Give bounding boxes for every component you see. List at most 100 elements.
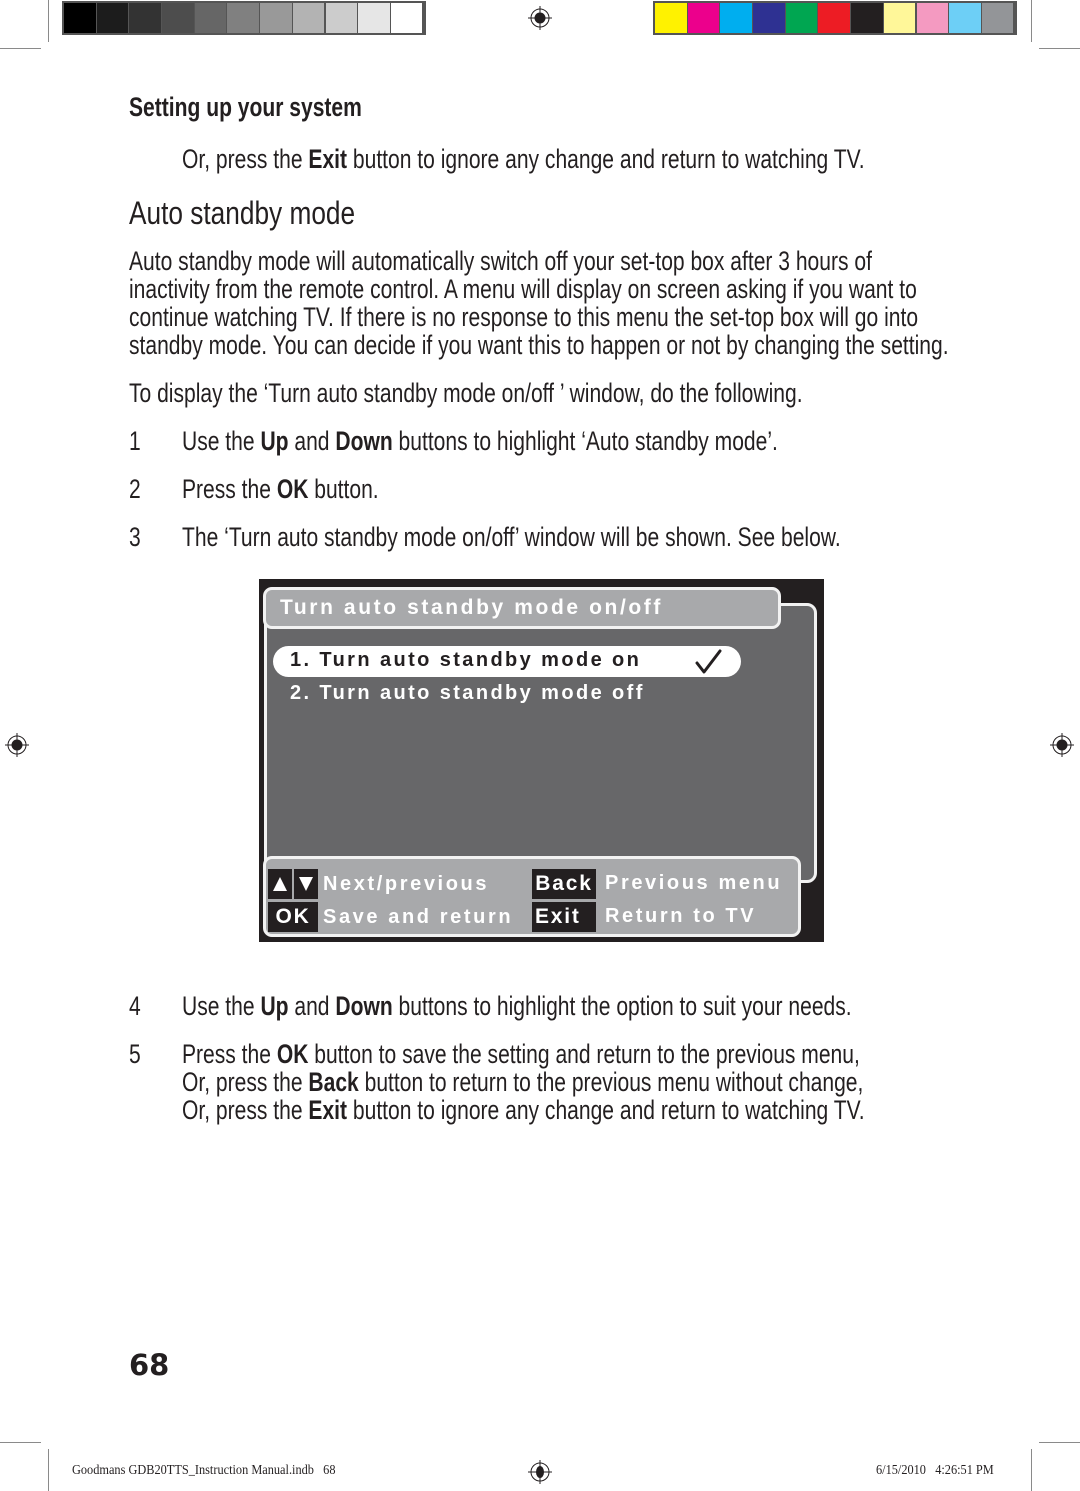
text: buttons to highlight ‘Auto standby mode’… <box>392 426 778 456</box>
ok-label: Save and return <box>323 906 514 928</box>
menu-footer-legend: Next/previous OK Save and return Back Pr… <box>263 856 801 937</box>
text: buttons to highlight the option to suit … <box>392 991 852 1021</box>
crop-mark <box>48 0 49 42</box>
nav-label: Next/previous <box>323 873 490 895</box>
paragraph-line: standby mode. You can decide if you want… <box>129 330 949 360</box>
color-swatch <box>818 3 850 33</box>
footer-file-name: Goodmans GDB20TTS_Instruction Manual.ind… <box>72 1463 336 1478</box>
paragraph-line: inactivity from the remote control. A me… <box>129 274 917 304</box>
text: Use the <box>182 426 261 456</box>
color-swatch <box>260 3 292 33</box>
color-swatch <box>655 3 687 33</box>
registration-mark-icon <box>1050 733 1074 757</box>
color-swatch <box>720 3 752 33</box>
lead-in-text: To display the ‘Turn auto standby mode o… <box>129 378 803 408</box>
step-number: 1 <box>129 426 141 456</box>
color-swatch <box>687 3 720 33</box>
back-label: Previous menu <box>605 872 783 894</box>
color-swatch <box>162 3 194 33</box>
crop-mark <box>48 1449 49 1491</box>
color-swatch <box>96 3 129 33</box>
bold-text: OK <box>276 474 309 504</box>
menu-option-label: 1. Turn auto standby mode on <box>290 649 642 671</box>
exit-label: Return to TV <box>605 905 757 927</box>
step-number: 3 <box>129 522 141 552</box>
color-swatch <box>358 3 390 33</box>
text: Or, press the <box>182 144 309 174</box>
bold-text: Back <box>308 1067 359 1097</box>
ok-key: OK <box>268 902 318 932</box>
intro-line: Or, press the Exit button to ignore any … <box>182 144 865 175</box>
color-swatch <box>194 3 227 33</box>
page-number: 68 <box>129 1348 170 1382</box>
text: Use the <box>182 991 261 1021</box>
menu-option-on[interactable]: 1. Turn auto standby mode on <box>273 646 741 677</box>
bold-text: Up <box>260 426 289 456</box>
section-title: Setting up your system <box>129 92 362 122</box>
text: button. <box>308 474 379 504</box>
text: button to ignore any change and return t… <box>347 144 865 174</box>
bold-text: OK <box>276 1039 309 1069</box>
registration-mark-icon <box>5 733 29 757</box>
registration-mark-icon <box>528 1460 552 1484</box>
bold-text: Exit <box>308 144 348 174</box>
text: button to ignore any change and return t… <box>347 1095 865 1125</box>
bold-text: Down <box>335 991 393 1021</box>
tv-screen-illustration: Turn auto standby mode on/off 1. Turn au… <box>259 579 824 942</box>
step-number: 4 <box>129 991 141 1021</box>
bold-text: Exit <box>308 1095 348 1125</box>
color-swatch <box>64 3 96 33</box>
step-text: Use the Up and Down buttons to highlight… <box>182 991 852 1022</box>
crop-mark <box>1039 48 1080 49</box>
menu-window <box>264 603 817 883</box>
text: and <box>288 991 336 1021</box>
color-swatch <box>851 3 883 33</box>
menu-option-label: 2. Turn auto standby mode off <box>290 682 645 704</box>
step-text: Or, press the Back button to return to t… <box>182 1067 863 1098</box>
up-arrow-key <box>268 869 292 899</box>
text: Press the <box>182 1039 277 1069</box>
process-color-bar <box>653 1 1017 35</box>
footer-timestamp: 6/15/2010 4:26:51 PM <box>876 1463 994 1478</box>
step-number: 5 <box>129 1039 141 1069</box>
menu-title-bar: Turn auto standby mode on/off <box>263 587 781 629</box>
bold-text: Down <box>335 426 393 456</box>
bold-text: Up <box>260 991 289 1021</box>
step-text: The ‘Turn auto standby mode on/off’ wind… <box>182 522 841 553</box>
crop-mark <box>0 48 41 49</box>
exit-key: Exit <box>532 902 596 932</box>
color-swatch <box>753 3 785 33</box>
down-triangle-icon <box>299 877 313 891</box>
text: Press the <box>182 474 277 504</box>
crop-mark <box>1031 0 1032 42</box>
menu-title: Turn auto standby mode on/off <box>280 596 663 619</box>
color-swatch <box>785 3 818 33</box>
text: The ‘Turn auto standby mode on/off’ wind… <box>182 522 841 552</box>
step-text: Press the OK button to save the setting … <box>182 1039 860 1070</box>
checkmark-icon <box>695 649 722 674</box>
text: and <box>288 426 336 456</box>
color-swatch <box>916 3 948 33</box>
step-text: Use the Up and Down buttons to highlight… <box>182 426 778 457</box>
text: button to return to the previous menu wi… <box>358 1067 864 1097</box>
color-swatch <box>325 3 357 33</box>
color-swatch <box>981 3 1014 33</box>
paragraph-line: Auto standby mode will automatically swi… <box>129 246 872 276</box>
color-swatch <box>227 3 259 33</box>
crop-mark <box>1039 1442 1080 1443</box>
text: Or, press the <box>182 1095 309 1125</box>
text: button to save the setting and return to… <box>308 1039 860 1069</box>
text: Or, press the <box>182 1067 309 1097</box>
crop-mark <box>0 1442 41 1443</box>
grayscale-color-bar <box>62 1 426 35</box>
paragraph-line: continue watching TV. If there is no res… <box>129 302 919 332</box>
color-swatch <box>883 3 916 33</box>
step-number: 2 <box>129 474 141 504</box>
color-swatch <box>949 3 981 33</box>
color-swatch <box>129 3 161 33</box>
back-key: Back <box>532 869 596 899</box>
color-swatch <box>292 3 325 33</box>
step-text: Press the OK button. <box>182 474 379 505</box>
up-triangle-icon <box>273 877 287 891</box>
crop-mark <box>1031 1449 1032 1491</box>
